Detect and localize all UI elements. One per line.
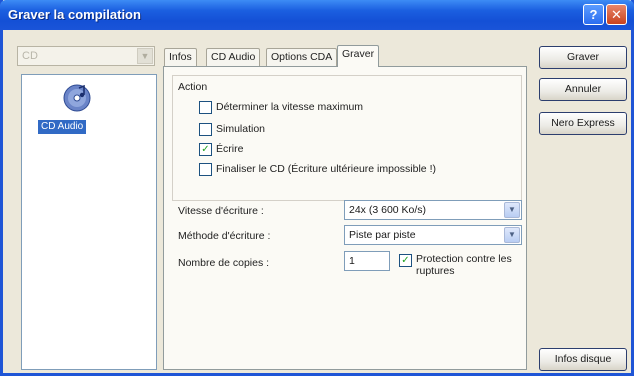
recorder-select-value: CD bbox=[22, 50, 38, 62]
checkbox-write-label: Écrire bbox=[216, 143, 244, 155]
checkbox-finalize[interactable] bbox=[199, 163, 212, 176]
checkbox-max-speed[interactable] bbox=[199, 101, 212, 114]
write-speed-label: Vitesse d'écriture : bbox=[178, 205, 264, 217]
audio-cd-icon[interactable] bbox=[62, 83, 92, 113]
help-button[interactable]: ? bbox=[583, 4, 604, 25]
burn-button[interactable]: Graver bbox=[539, 46, 627, 69]
copies-input[interactable]: 1 bbox=[344, 251, 390, 271]
close-button[interactable]: ✕ bbox=[606, 4, 627, 25]
chevron-down-icon[interactable]: ▼ bbox=[137, 48, 153, 64]
window-title: Graver la compilation bbox=[8, 7, 141, 22]
nero-express-button[interactable]: Nero Express bbox=[539, 112, 627, 135]
checkbox-max-speed-label: Déterminer la vitesse maximum bbox=[216, 101, 364, 113]
checkbox-buffer-protection-label: Protection contre les ruptures bbox=[416, 253, 512, 277]
action-group bbox=[172, 75, 522, 201]
checkbox-simulation-label: Simulation bbox=[216, 123, 266, 135]
write-method-select[interactable]: Piste par piste ▼ bbox=[344, 225, 522, 245]
tab-graver[interactable]: Graver bbox=[337, 45, 380, 67]
write-speed-select[interactable]: 24x (3 600 Ko/s) ▼ bbox=[344, 200, 522, 220]
checkmark-icon: ✓ bbox=[201, 144, 210, 155]
chevron-down-icon[interactable]: ▼ bbox=[504, 227, 520, 243]
chevron-down-icon[interactable]: ▼ bbox=[504, 202, 520, 218]
checkbox-simulation[interactable] bbox=[199, 123, 212, 136]
write-speed-value: 24x (3 600 Ko/s) bbox=[349, 204, 427, 216]
tab-infos[interactable]: Infos bbox=[164, 48, 197, 66]
recorder-select[interactable]: CD ▼ bbox=[17, 46, 155, 66]
checkbox-write[interactable]: ✓ bbox=[199, 143, 212, 156]
tab-cd-audio[interactable]: CD Audio bbox=[206, 48, 261, 66]
title-bar[interactable]: Graver la compilation ? ✕ bbox=[0, 0, 634, 30]
action-group-title: Action bbox=[178, 81, 208, 93]
checkmark-icon: ✓ bbox=[401, 255, 410, 266]
burn-tab-panel: Action Déterminer la vitesse maximum Sim… bbox=[163, 66, 527, 370]
cancel-button[interactable]: Annuler bbox=[539, 78, 627, 101]
burn-dialog: Graver la compilation ? ✕ CD ▼ CD Audio … bbox=[0, 0, 634, 376]
list-item-cd-audio[interactable]: CD Audio bbox=[38, 120, 87, 134]
tab-options-cda[interactable]: Options CDA bbox=[266, 48, 338, 66]
disc-info-button[interactable]: Infos disque bbox=[539, 348, 627, 371]
copies-label: Nombre de copies : bbox=[178, 257, 270, 269]
checkbox-finalize-label: Finaliser le CD (Écriture ultérieure imp… bbox=[216, 163, 436, 175]
checkbox-buffer-protection[interactable]: ✓ bbox=[399, 254, 412, 267]
copies-value: 1 bbox=[349, 255, 355, 267]
write-method-label: Méthode d'écriture : bbox=[178, 230, 271, 242]
write-method-value: Piste par piste bbox=[349, 229, 416, 241]
compilation-type-list[interactable]: CD Audio bbox=[21, 74, 157, 370]
